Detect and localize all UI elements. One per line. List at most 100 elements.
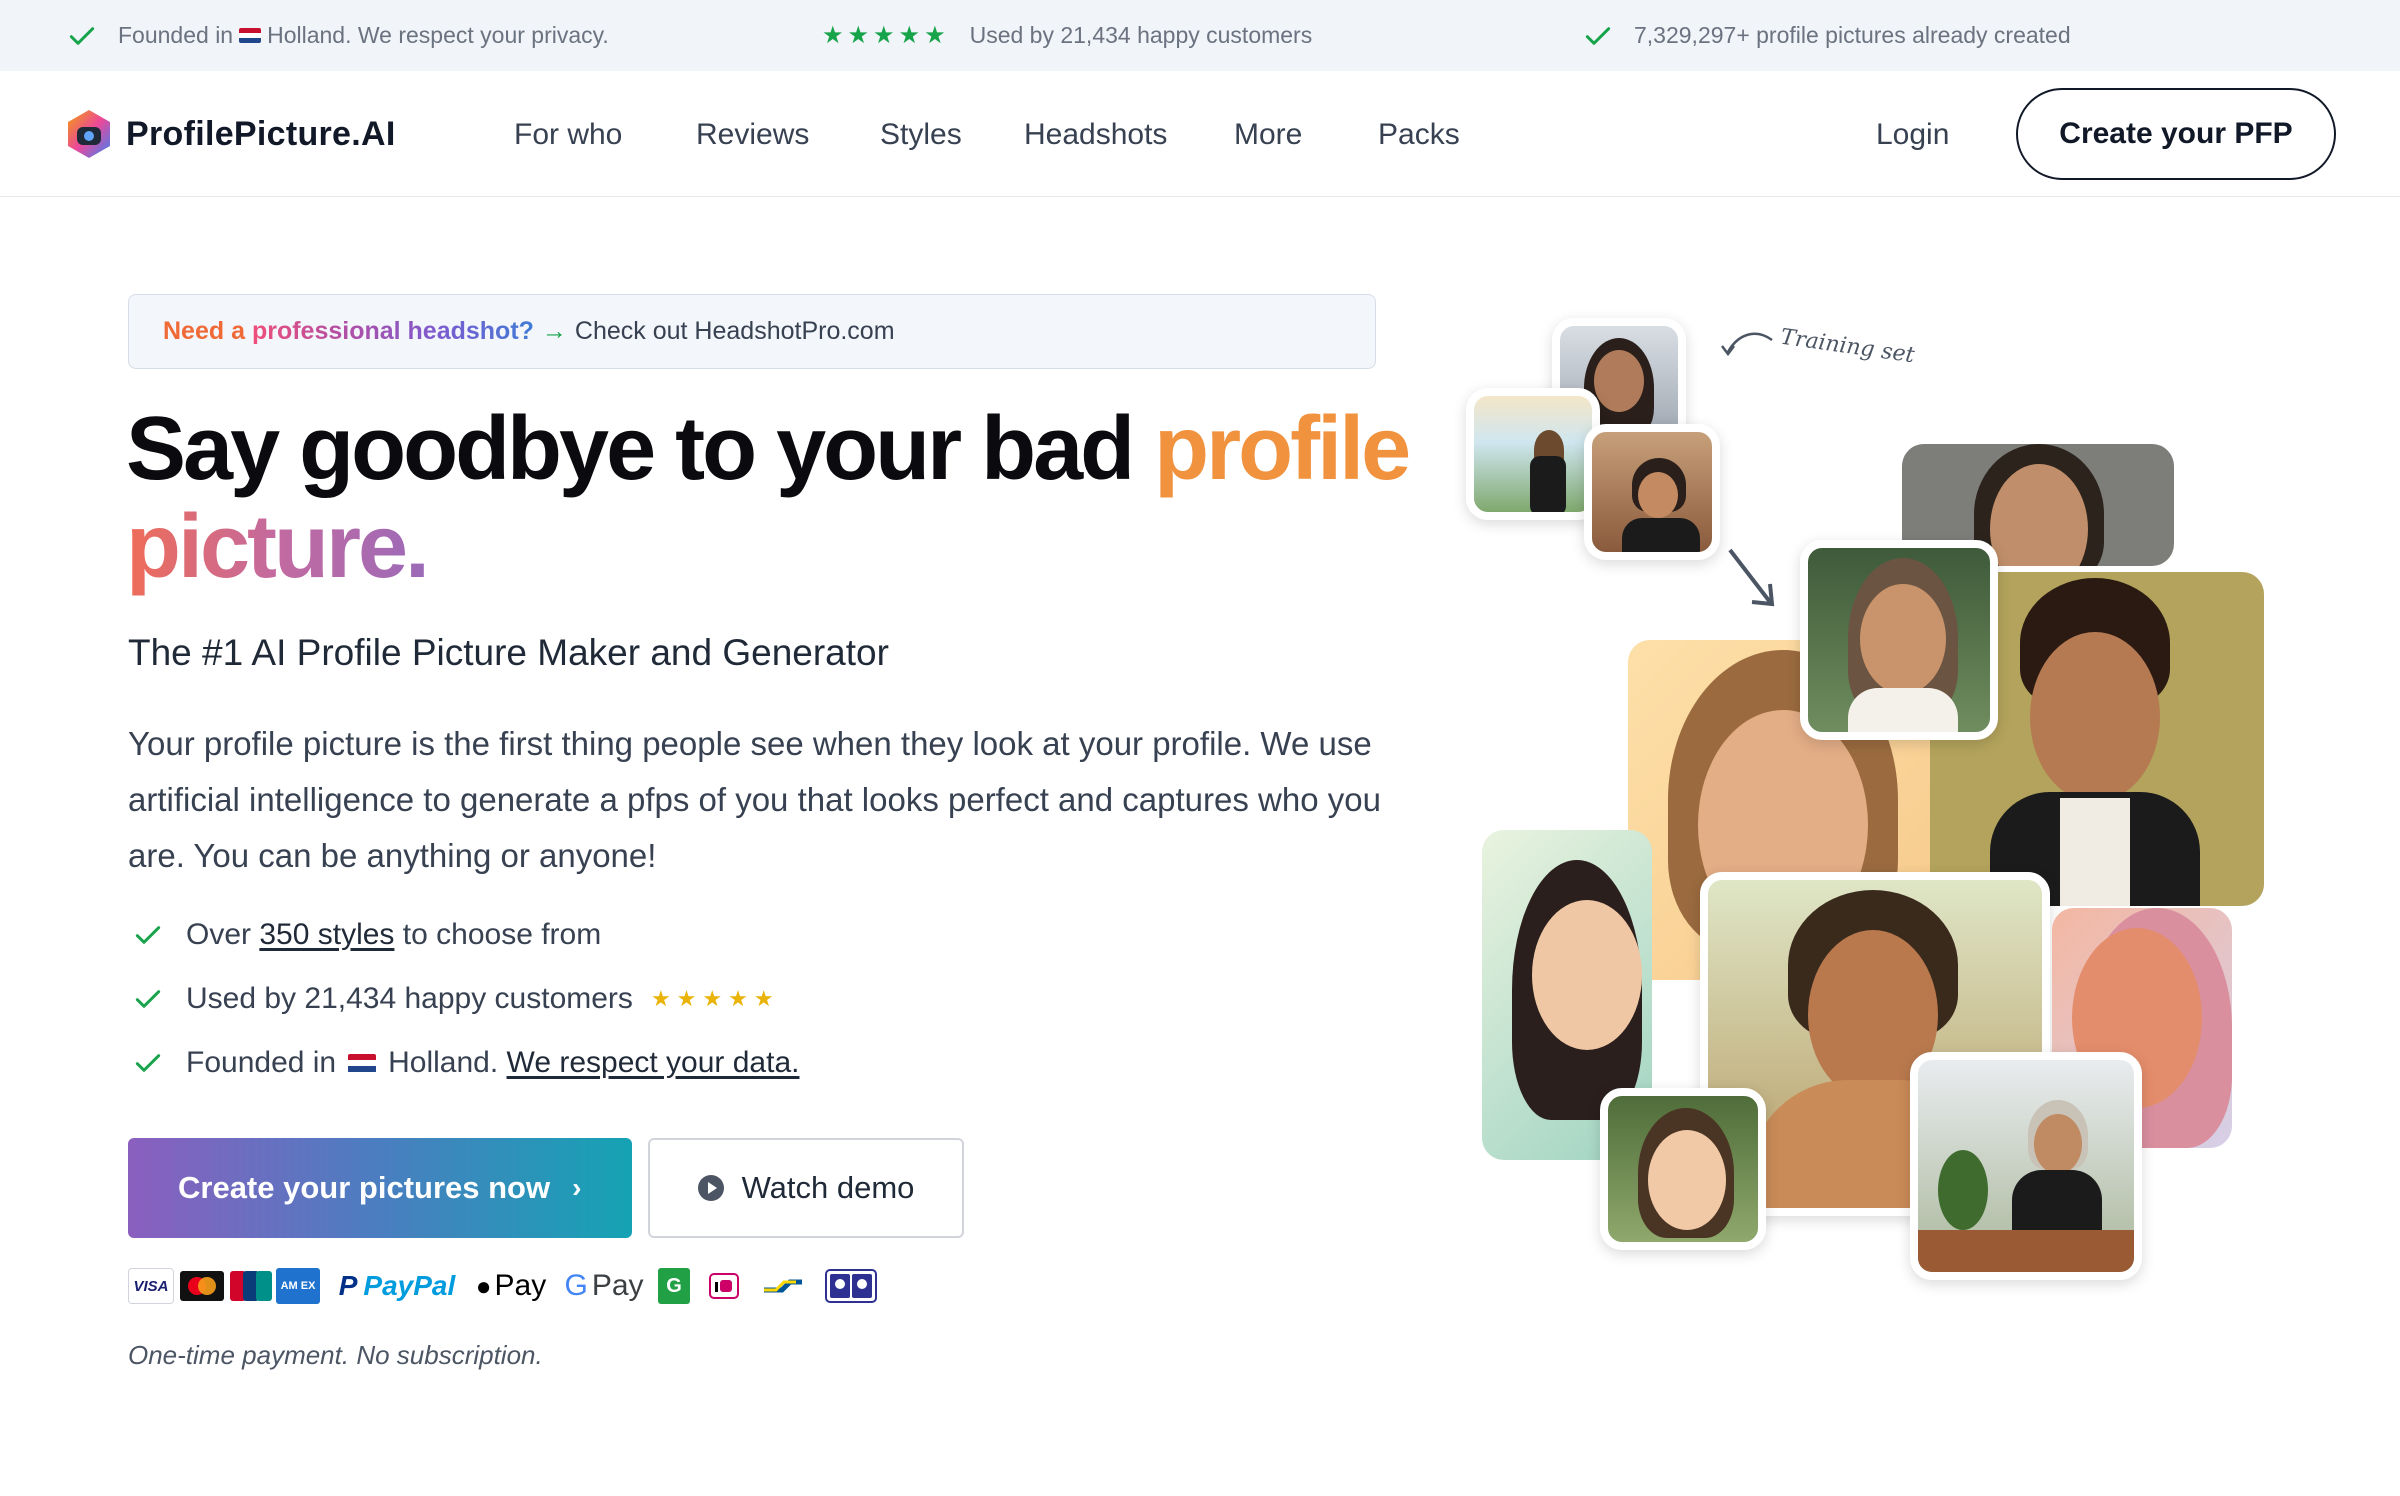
privacy-text-post: Holland. We respect your privacy. — [267, 22, 609, 48]
ideal-logo — [709, 1273, 739, 1299]
photo-shirt — [1848, 688, 1958, 732]
photo-table — [1918, 1230, 2134, 1272]
photo-body — [1530, 456, 1566, 512]
paypal-p-glyph: P — [338, 1270, 358, 1301]
hero-title-accent-2: picture. — [126, 497, 430, 597]
chevron-right-icon: › — [572, 1172, 582, 1203]
amex-icon: AM EX — [276, 1268, 320, 1304]
apple-pay-text: Pay — [494, 1269, 547, 1302]
privacy-text-pre: Founded in — [118, 22, 234, 48]
unionpay-icon — [230, 1268, 272, 1304]
giropay-g-icon: G — [658, 1268, 690, 1304]
mastercard-icon — [180, 1268, 224, 1304]
banner-need-text: Need a — [163, 317, 245, 345]
nav-packs[interactable]: Packs — [1378, 118, 1460, 152]
apple-glyph: ● — [475, 1270, 492, 1301]
privacy-data-link[interactable]: We respect your data. — [507, 1046, 800, 1080]
hero-subtitle: The #1 AI Profile Picture Maker and Gene… — [128, 632, 889, 673]
customers-text: Used by 21,434 happy customers — [969, 22, 1313, 48]
curved-arrow-icon — [1721, 332, 1773, 357]
photo-face — [1648, 1130, 1726, 1230]
feature-customers: Used by 21,434 happy customers ★★★★★ — [132, 982, 780, 1016]
logo-link[interactable]: ProfilePicture.AI — [62, 107, 396, 161]
apple-pay-icon: ● Pay — [470, 1268, 552, 1304]
mastercard-logo — [180, 1271, 224, 1301]
unionpay-logo — [230, 1271, 272, 1301]
feature-customers-text: Used by 21,434 happy customers — [186, 982, 633, 1015]
headshot-promo-banner[interactable]: Need a professional headshot? → Check ou… — [128, 294, 1376, 369]
bancontact-icon — [760, 1268, 806, 1304]
check-icon — [135, 926, 161, 944]
styles-link[interactable]: 350 styles — [259, 918, 394, 952]
nav-for-who[interactable]: For who — [514, 118, 622, 152]
netherlands-flag-icon — [348, 1053, 377, 1073]
payment-note: One-time payment. No subscription. — [128, 1340, 543, 1370]
training-photo-3 — [1584, 424, 1720, 560]
hero-title-main: Say goodbye to your bad — [126, 399, 1135, 499]
google-g-glyph: G — [564, 1269, 588, 1302]
announcement-bar: Founded in Holland. We respect your priv… — [0, 0, 2400, 71]
rating-stars-icon: ★★★★★ — [822, 22, 950, 49]
watch-demo-label: Watch demo — [741, 1170, 915, 1205]
feature-founded: Founded in Holland. We respect your data… — [132, 1046, 799, 1080]
hero-title-accent-1: profile — [1154, 399, 1411, 499]
ideal-icon — [706, 1268, 742, 1304]
arrow-right-icon: → — [541, 317, 567, 345]
feature-founded-pre: Founded in — [186, 1046, 337, 1079]
hero-description: Your profile picture is the first thing … — [128, 725, 1381, 874]
customers-notice: ★★★★★ Used by 21,434 happy customers — [822, 0, 1312, 71]
google-pay-icon: G Pay — [564, 1268, 644, 1304]
generated-photo-8 — [1600, 1088, 1766, 1250]
check-icon — [69, 26, 95, 45]
feature-styles-post: to choose from — [402, 918, 602, 951]
banner-professional-text: professional headshot? — [251, 317, 534, 345]
visa-icon: VISA — [128, 1268, 174, 1304]
feature-styles-pre: Over — [186, 918, 252, 951]
banner-link-text: Check out HeadshotPro.com — [574, 317, 895, 345]
photo-face — [1638, 472, 1678, 518]
netherlands-flag-icon — [239, 28, 262, 43]
photo-face — [1594, 350, 1644, 412]
watch-demo-button[interactable]: Watch demo — [648, 1138, 964, 1238]
privacy-notice: Founded in Holland. We respect your priv… — [66, 0, 609, 71]
photo-body — [1622, 518, 1700, 552]
photo-plant — [1938, 1150, 1988, 1230]
paypal-icon: P PayPal — [334, 1268, 460, 1304]
check-icon — [135, 990, 161, 1008]
photo-face — [1860, 584, 1946, 694]
create-pfp-button[interactable]: Create your PFP — [2016, 88, 2336, 180]
google-pay-text: Pay — [591, 1269, 644, 1302]
nav-more[interactable]: More — [1234, 118, 1302, 152]
login-link[interactable]: Login — [1876, 118, 1949, 152]
gp-icon — [824, 1268, 878, 1304]
nav-headshots[interactable]: Headshots — [1024, 118, 1167, 152]
hero-title: Say goodbye to your bad profile picture. — [126, 400, 1416, 596]
logo-icon — [68, 110, 110, 158]
create-pictures-button[interactable]: Create your pictures now › — [128, 1138, 632, 1238]
feature-styles: Over 350 styles to choose from — [132, 918, 601, 952]
pictures-created-notice: 7,329,297+ profile pictures already crea… — [1582, 0, 2071, 71]
photo-face — [2034, 1114, 2082, 1174]
photo-body — [2012, 1170, 2102, 1230]
logo-text: ProfilePicture.AI — [126, 114, 396, 153]
feature-founded-mid: Holland. — [388, 1046, 499, 1079]
bancontact-logo — [764, 1279, 802, 1293]
generated-photo-4 — [1800, 540, 1998, 740]
main-navigation: ProfilePicture.AI For who Reviews Styles… — [0, 71, 2400, 197]
create-pictures-label: Create your pictures now — [178, 1170, 551, 1205]
nav-styles[interactable]: Styles — [880, 118, 962, 152]
arrow-down-right-icon — [1728, 548, 1775, 607]
nav-reviews[interactable]: Reviews — [696, 118, 809, 152]
training-set-label: Training set — [1778, 324, 1917, 369]
generated-photo-9 — [1910, 1052, 2142, 1280]
photo-face — [1532, 900, 1642, 1050]
play-circle-icon — [697, 1175, 724, 1201]
photo-face — [2030, 632, 2160, 802]
gp-logo — [825, 1269, 877, 1303]
check-icon — [1585, 26, 1611, 45]
photo-shirt — [2060, 798, 2130, 906]
paypal-text: PayPal — [363, 1270, 456, 1301]
check-icon — [135, 1054, 161, 1072]
pictures-created-text: 7,329,297+ profile pictures already crea… — [1634, 22, 2071, 48]
rating-stars-icon: ★★★★★ — [650, 986, 780, 1011]
